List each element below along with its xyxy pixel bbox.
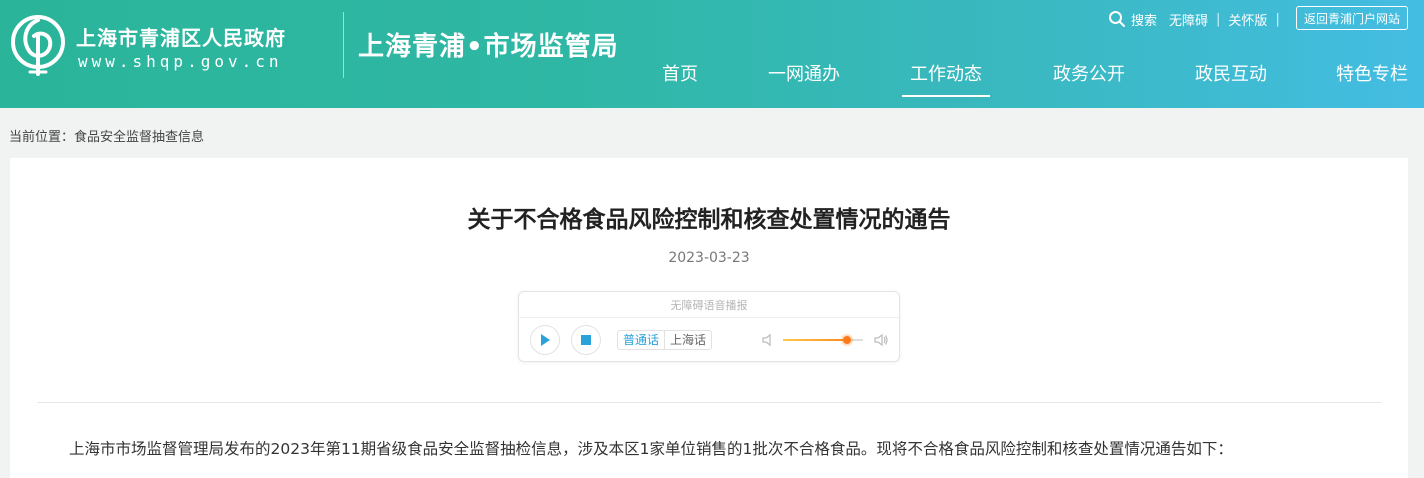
- stop-button[interactable]: [571, 325, 601, 355]
- article-paragraph: 上海市市场监督管理局发布的2023年第11期省级食品安全监督抽检信息，涉及本区1…: [69, 440, 1233, 458]
- bureau-title[interactable]: 上海青浦•市场监管局: [358, 26, 619, 63]
- article-card: 关于不合格食品风险控制和核查处置情况的通告 2023-03-23 无障碍语音播报…: [10, 158, 1408, 478]
- site-header: 上海市青浦区人民政府 www.shqp.gov.cn 上海青浦•市场监管局 搜索…: [0, 0, 1424, 108]
- language-switch: 普通话 上海话: [617, 330, 713, 350]
- audio-player: 无障碍语音播报 普通话 上海话: [518, 291, 900, 362]
- gov-emblem-logo[interactable]: [10, 12, 66, 78]
- play-button[interactable]: [530, 325, 560, 355]
- volume-knob[interactable]: [843, 336, 851, 344]
- nav-home[interactable]: 首页: [662, 60, 698, 86]
- nav-gov-affairs[interactable]: 政务公开: [1053, 60, 1125, 86]
- article-date: 2023-03-23: [668, 250, 750, 266]
- volume-fill: [783, 339, 847, 341]
- header-divider: [343, 12, 344, 78]
- nav-work-news[interactable]: 工作动态: [902, 60, 990, 97]
- search-link[interactable]: 搜索: [1131, 10, 1157, 29]
- utility-links: 搜索 无障碍 | 关怀版 |: [1108, 9, 1288, 29]
- accessible-link[interactable]: 无障碍: [1169, 10, 1208, 29]
- volume-mute-icon[interactable]: [761, 333, 775, 347]
- nav-one-stop[interactable]: 一网通办: [768, 60, 840, 86]
- volume-up-icon[interactable]: [873, 333, 889, 347]
- stop-icon: [581, 335, 591, 345]
- breadcrumb: 当前位置：食品安全监督抽查信息: [9, 130, 205, 145]
- gov-url: www.shqp.gov.cn: [78, 52, 283, 71]
- gov-name[interactable]: 上海市青浦区人民政府: [76, 22, 286, 51]
- volume-slider[interactable]: [783, 336, 863, 344]
- search-icon[interactable]: [1108, 10, 1126, 28]
- lang-shanghai-option[interactable]: 上海话: [664, 331, 711, 349]
- return-portal-button[interactable]: 返回青浦门户网站: [1296, 6, 1408, 30]
- nav-interaction[interactable]: 政民互动: [1195, 60, 1267, 86]
- player-label: 无障碍语音播报: [670, 299, 748, 312]
- player-divider: [519, 317, 899, 318]
- util-separator: |: [1216, 11, 1221, 27]
- lang-mandarin-option[interactable]: 普通话: [618, 331, 664, 349]
- nav-special-column[interactable]: 特色专栏: [1336, 60, 1408, 86]
- play-icon: [541, 334, 550, 346]
- article-title: 关于不合格食品风险控制和核查处置情况的通告: [467, 207, 951, 233]
- util-separator: |: [1275, 11, 1280, 27]
- elderly-mode-link[interactable]: 关怀版: [1228, 10, 1267, 29]
- content-divider: [37, 402, 1381, 403]
